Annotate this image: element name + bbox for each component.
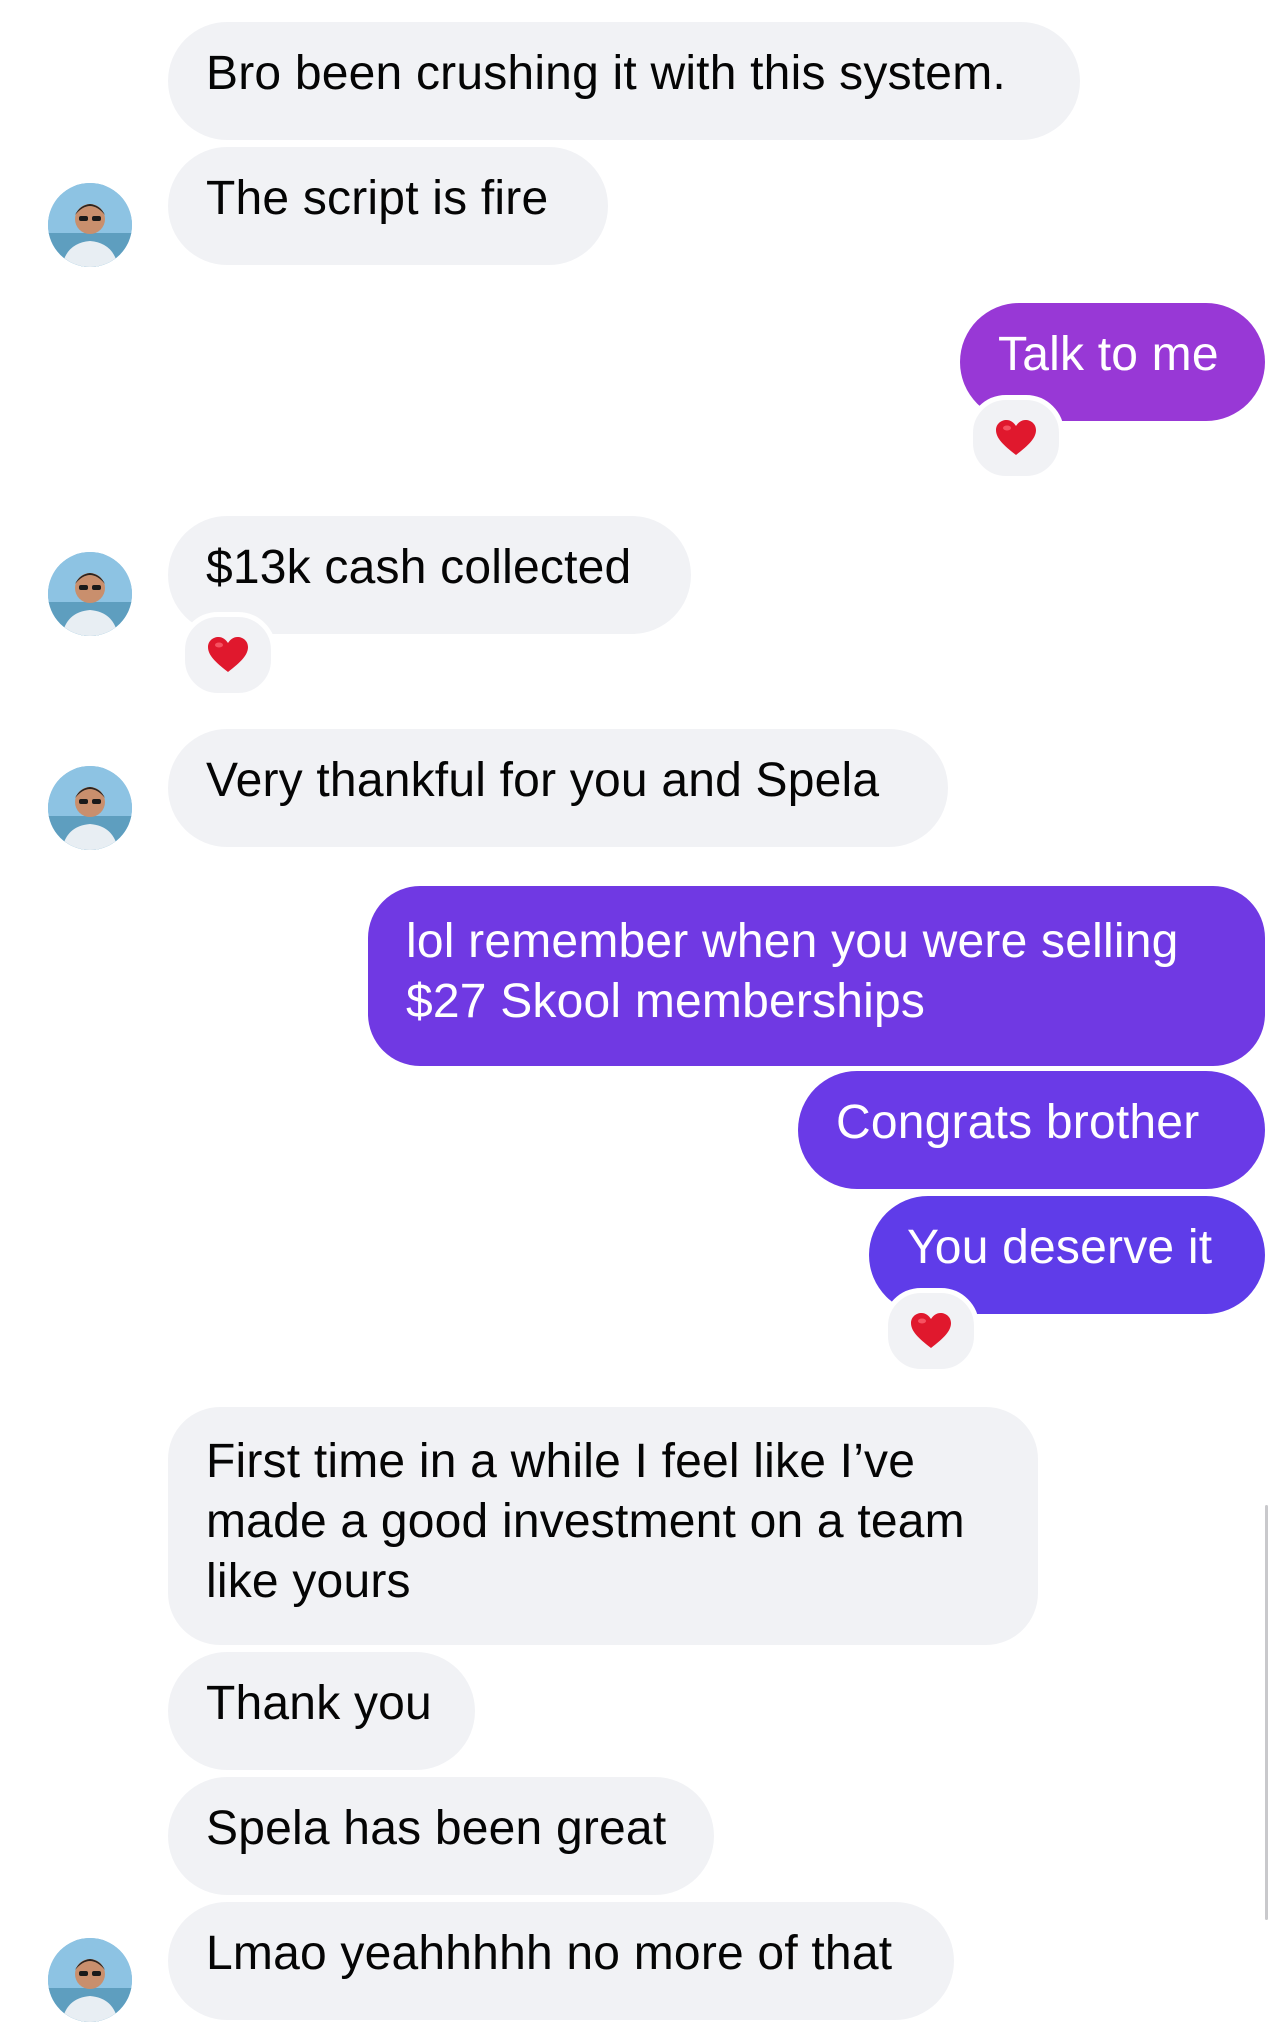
outgoing-message[interactable]: lol remember when you were selling $27 S…: [368, 886, 1265, 1066]
scrollbar[interactable]: [1265, 1505, 1268, 1920]
incoming-message[interactable]: Bro been crushing it with this system.: [168, 22, 1080, 140]
contact-avatar[interactable]: [48, 552, 132, 636]
message-line: like yours: [206, 1555, 411, 1608]
incoming-message[interactable]: The script is fire: [168, 147, 608, 265]
incoming-message[interactable]: Thank you: [168, 1652, 475, 1770]
message-line: $27 Skool memberships: [406, 975, 926, 1028]
heart-reaction[interactable]: [968, 395, 1064, 481]
heart-reaction[interactable]: [883, 1288, 979, 1374]
outgoing-message[interactable]: Congrats brother: [798, 1071, 1265, 1189]
heart-icon: [996, 420, 1036, 455]
incoming-message[interactable]: Very thankful for you and Spela: [168, 729, 948, 847]
contact-avatar[interactable]: [48, 183, 132, 267]
incoming-message[interactable]: Spela has been great: [168, 1777, 714, 1895]
message-line: made a good investment on a team: [206, 1495, 965, 1548]
message-line: lol remember when you were selling: [406, 915, 1179, 968]
heart-icon: [911, 1313, 951, 1348]
contact-avatar[interactable]: [48, 1938, 132, 2022]
incoming-message[interactable]: First time in a while I feel like I’ve m…: [168, 1407, 1038, 1645]
heart-icon: [208, 637, 248, 672]
heart-reaction[interactable]: [180, 612, 276, 698]
incoming-message[interactable]: Lmao yeahhhhh no more of that: [168, 1902, 954, 2020]
message-line: First time in a while I feel like I’ve: [206, 1435, 916, 1488]
chat-thread: Bro been crushing it with this system. T…: [0, 0, 1274, 2030]
contact-avatar[interactable]: [48, 766, 132, 850]
